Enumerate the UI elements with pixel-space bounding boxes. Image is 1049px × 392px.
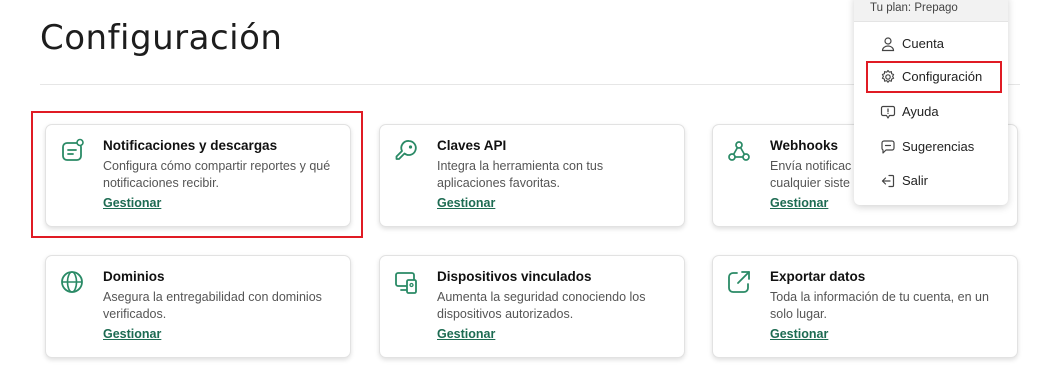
card-title: Claves API xyxy=(437,138,507,153)
card-description: Envía notificac cualquier siste xyxy=(770,159,852,190)
manage-export-link[interactable]: Gestionar xyxy=(770,327,828,341)
webhook-icon xyxy=(728,141,750,161)
card-description: Aumenta la seguridad conociendo los disp… xyxy=(437,290,646,321)
menu-item-label: Ayuda xyxy=(902,104,939,119)
card-export-data: Exportar datos Toda la información de tu… xyxy=(712,255,1018,358)
page-title: Configuración xyxy=(40,18,283,58)
card-title: Dominios xyxy=(103,269,165,284)
export-icon xyxy=(728,271,750,293)
plan-header: Tu plan: Prepago xyxy=(854,0,1008,22)
menu-item-label: Sugerencias xyxy=(902,139,975,154)
highlight-box-menu xyxy=(866,61,1002,93)
manage-devices-link[interactable]: Gestionar xyxy=(437,327,495,341)
manage-webhooks-link[interactable]: Gestionar xyxy=(770,196,828,210)
logout-icon xyxy=(881,174,895,188)
devices-icon xyxy=(395,272,417,294)
feedback-icon xyxy=(881,140,895,154)
plan-label: Tu plan: Prepago xyxy=(870,2,958,14)
highlight-box-card xyxy=(31,111,363,238)
user-dropdown-menu: Tu plan: Prepago Cuenta Configuración Ay… xyxy=(854,0,1008,205)
manage-domains-link[interactable]: Gestionar xyxy=(103,327,161,341)
card-description: Toda la información de tu cuenta, en un … xyxy=(770,290,989,321)
card-description: Integra la herramienta con tus aplicacio… xyxy=(437,159,604,190)
help-icon xyxy=(880,105,896,119)
card-title: Exportar datos xyxy=(770,269,866,284)
menu-item-label: Cuenta xyxy=(902,36,944,51)
card-domains: Dominios Asegura la entregabilidad con d… xyxy=(45,255,351,358)
menu-item-label: Salir xyxy=(902,173,929,188)
card-api-keys: Claves API Integra la herramienta con tu… xyxy=(379,124,685,227)
card-title: Dispositivos vinculados xyxy=(437,269,592,284)
key-icon xyxy=(395,140,417,160)
user-icon xyxy=(881,37,895,52)
card-description: Asegura la entregabilidad con dominios v… xyxy=(103,290,322,321)
globe-icon xyxy=(61,271,83,293)
card-linked-devices: Dispositivos vinculados Aumenta la segur… xyxy=(379,255,685,358)
manage-api-keys-link[interactable]: Gestionar xyxy=(437,196,495,210)
card-title: Webhooks xyxy=(770,138,839,153)
